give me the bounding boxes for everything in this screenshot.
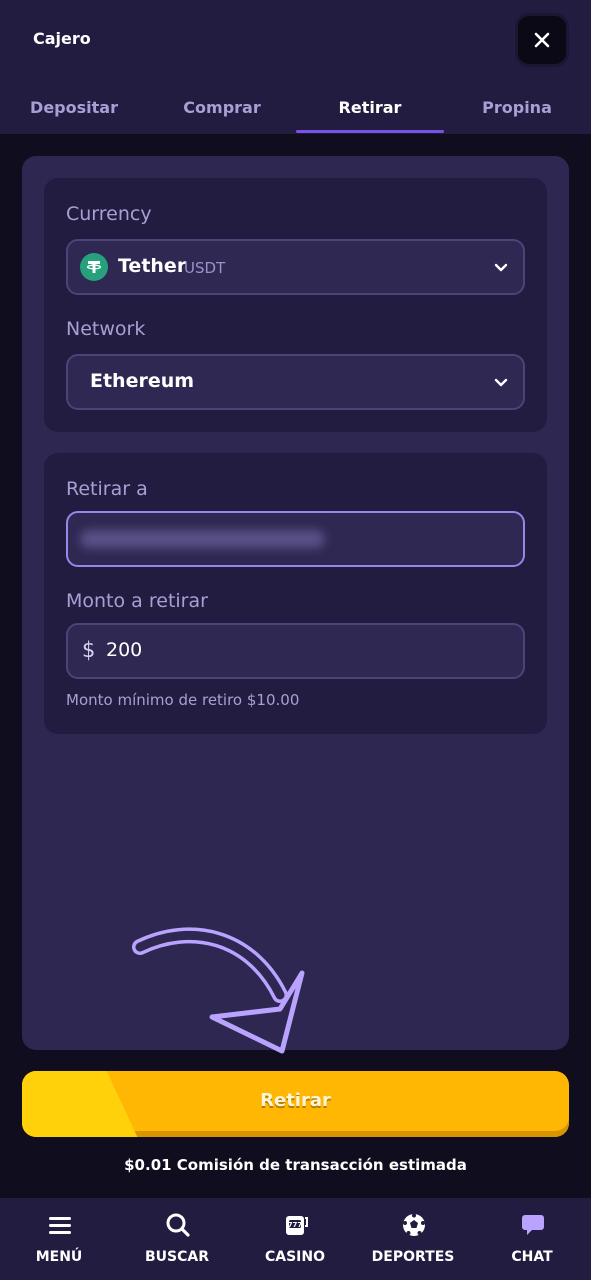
chat-bubble-icon bbox=[522, 1215, 544, 1235]
pointer-arrow-icon bbox=[132, 927, 305, 1054]
currency-name: Tether bbox=[118, 255, 187, 277]
nav-search-label: BUSCAR bbox=[144, 1249, 209, 1265]
nav-sports-label: DEPORTES bbox=[371, 1249, 455, 1265]
page-title: Cajero bbox=[33, 29, 91, 48]
chevron-down-icon bbox=[494, 263, 508, 272]
bottom-nav: MENÚ BUSCAR 777 CASINO DEPORTES CHAT bbox=[0, 1198, 591, 1280]
currency-code: USDT bbox=[184, 259, 226, 277]
search-icon bbox=[166, 1213, 190, 1237]
currency-label: Currency bbox=[66, 203, 152, 225]
slot-machine-icon: 777 bbox=[286, 1216, 308, 1235]
nav-menu[interactable]: MENÚ bbox=[0, 1198, 118, 1280]
nav-casino[interactable]: 777 CASINO bbox=[236, 1198, 354, 1280]
minimum-withdraw-hint: Monto mínimo de retiro $10.00 bbox=[66, 691, 300, 709]
withdraw-button-label: Retirar bbox=[260, 1090, 331, 1111]
address-label: Retirar a bbox=[66, 478, 148, 500]
tab-depositar[interactable]: Depositar bbox=[0, 86, 148, 134]
tether-icon bbox=[80, 253, 108, 281]
close-button[interactable] bbox=[515, 13, 569, 67]
soccer-ball-icon bbox=[403, 1213, 425, 1236]
transaction-fee-text: $0.01 Comisión de transacción estimada bbox=[124, 1156, 467, 1174]
nav-menu-label: MENÚ bbox=[35, 1249, 83, 1265]
cashier-header: Cajero Depositar Comprar Retirar Propina bbox=[0, 0, 591, 134]
close-icon bbox=[534, 32, 550, 48]
currency-symbol: $ bbox=[82, 638, 96, 662]
nav-casino-label: CASINO bbox=[264, 1249, 326, 1265]
tab-propina[interactable]: Propina bbox=[443, 86, 591, 134]
address-input[interactable] bbox=[66, 511, 525, 567]
nav-chat-label: CHAT bbox=[511, 1249, 553, 1265]
chevron-down-icon bbox=[494, 378, 508, 387]
amount-label: Monto a retirar bbox=[66, 590, 208, 612]
nav-chat[interactable]: CHAT bbox=[473, 1198, 591, 1280]
amount-value: 200 bbox=[106, 639, 143, 661]
nav-sports[interactable]: DEPORTES bbox=[354, 1198, 472, 1280]
tab-retirar[interactable]: Retirar bbox=[296, 86, 444, 134]
nav-search[interactable]: BUSCAR bbox=[118, 1198, 236, 1280]
amount-input[interactable]: $ 200 bbox=[66, 623, 525, 679]
svg-text:777: 777 bbox=[288, 1221, 303, 1229]
redacted-address bbox=[80, 530, 325, 548]
withdraw-button[interactable]: Retirar bbox=[22, 1071, 569, 1137]
active-tab-indicator bbox=[296, 130, 444, 133]
network-select[interactable]: Ethereum bbox=[66, 354, 525, 410]
cashier-tabs: Depositar Comprar Retirar Propina bbox=[0, 86, 591, 134]
currency-select[interactable]: Tether USDT bbox=[66, 239, 525, 295]
network-value: Ethereum bbox=[90, 370, 195, 392]
menu-icon bbox=[49, 1217, 71, 1234]
tab-comprar[interactable]: Comprar bbox=[148, 86, 296, 134]
network-label: Network bbox=[66, 318, 146, 340]
